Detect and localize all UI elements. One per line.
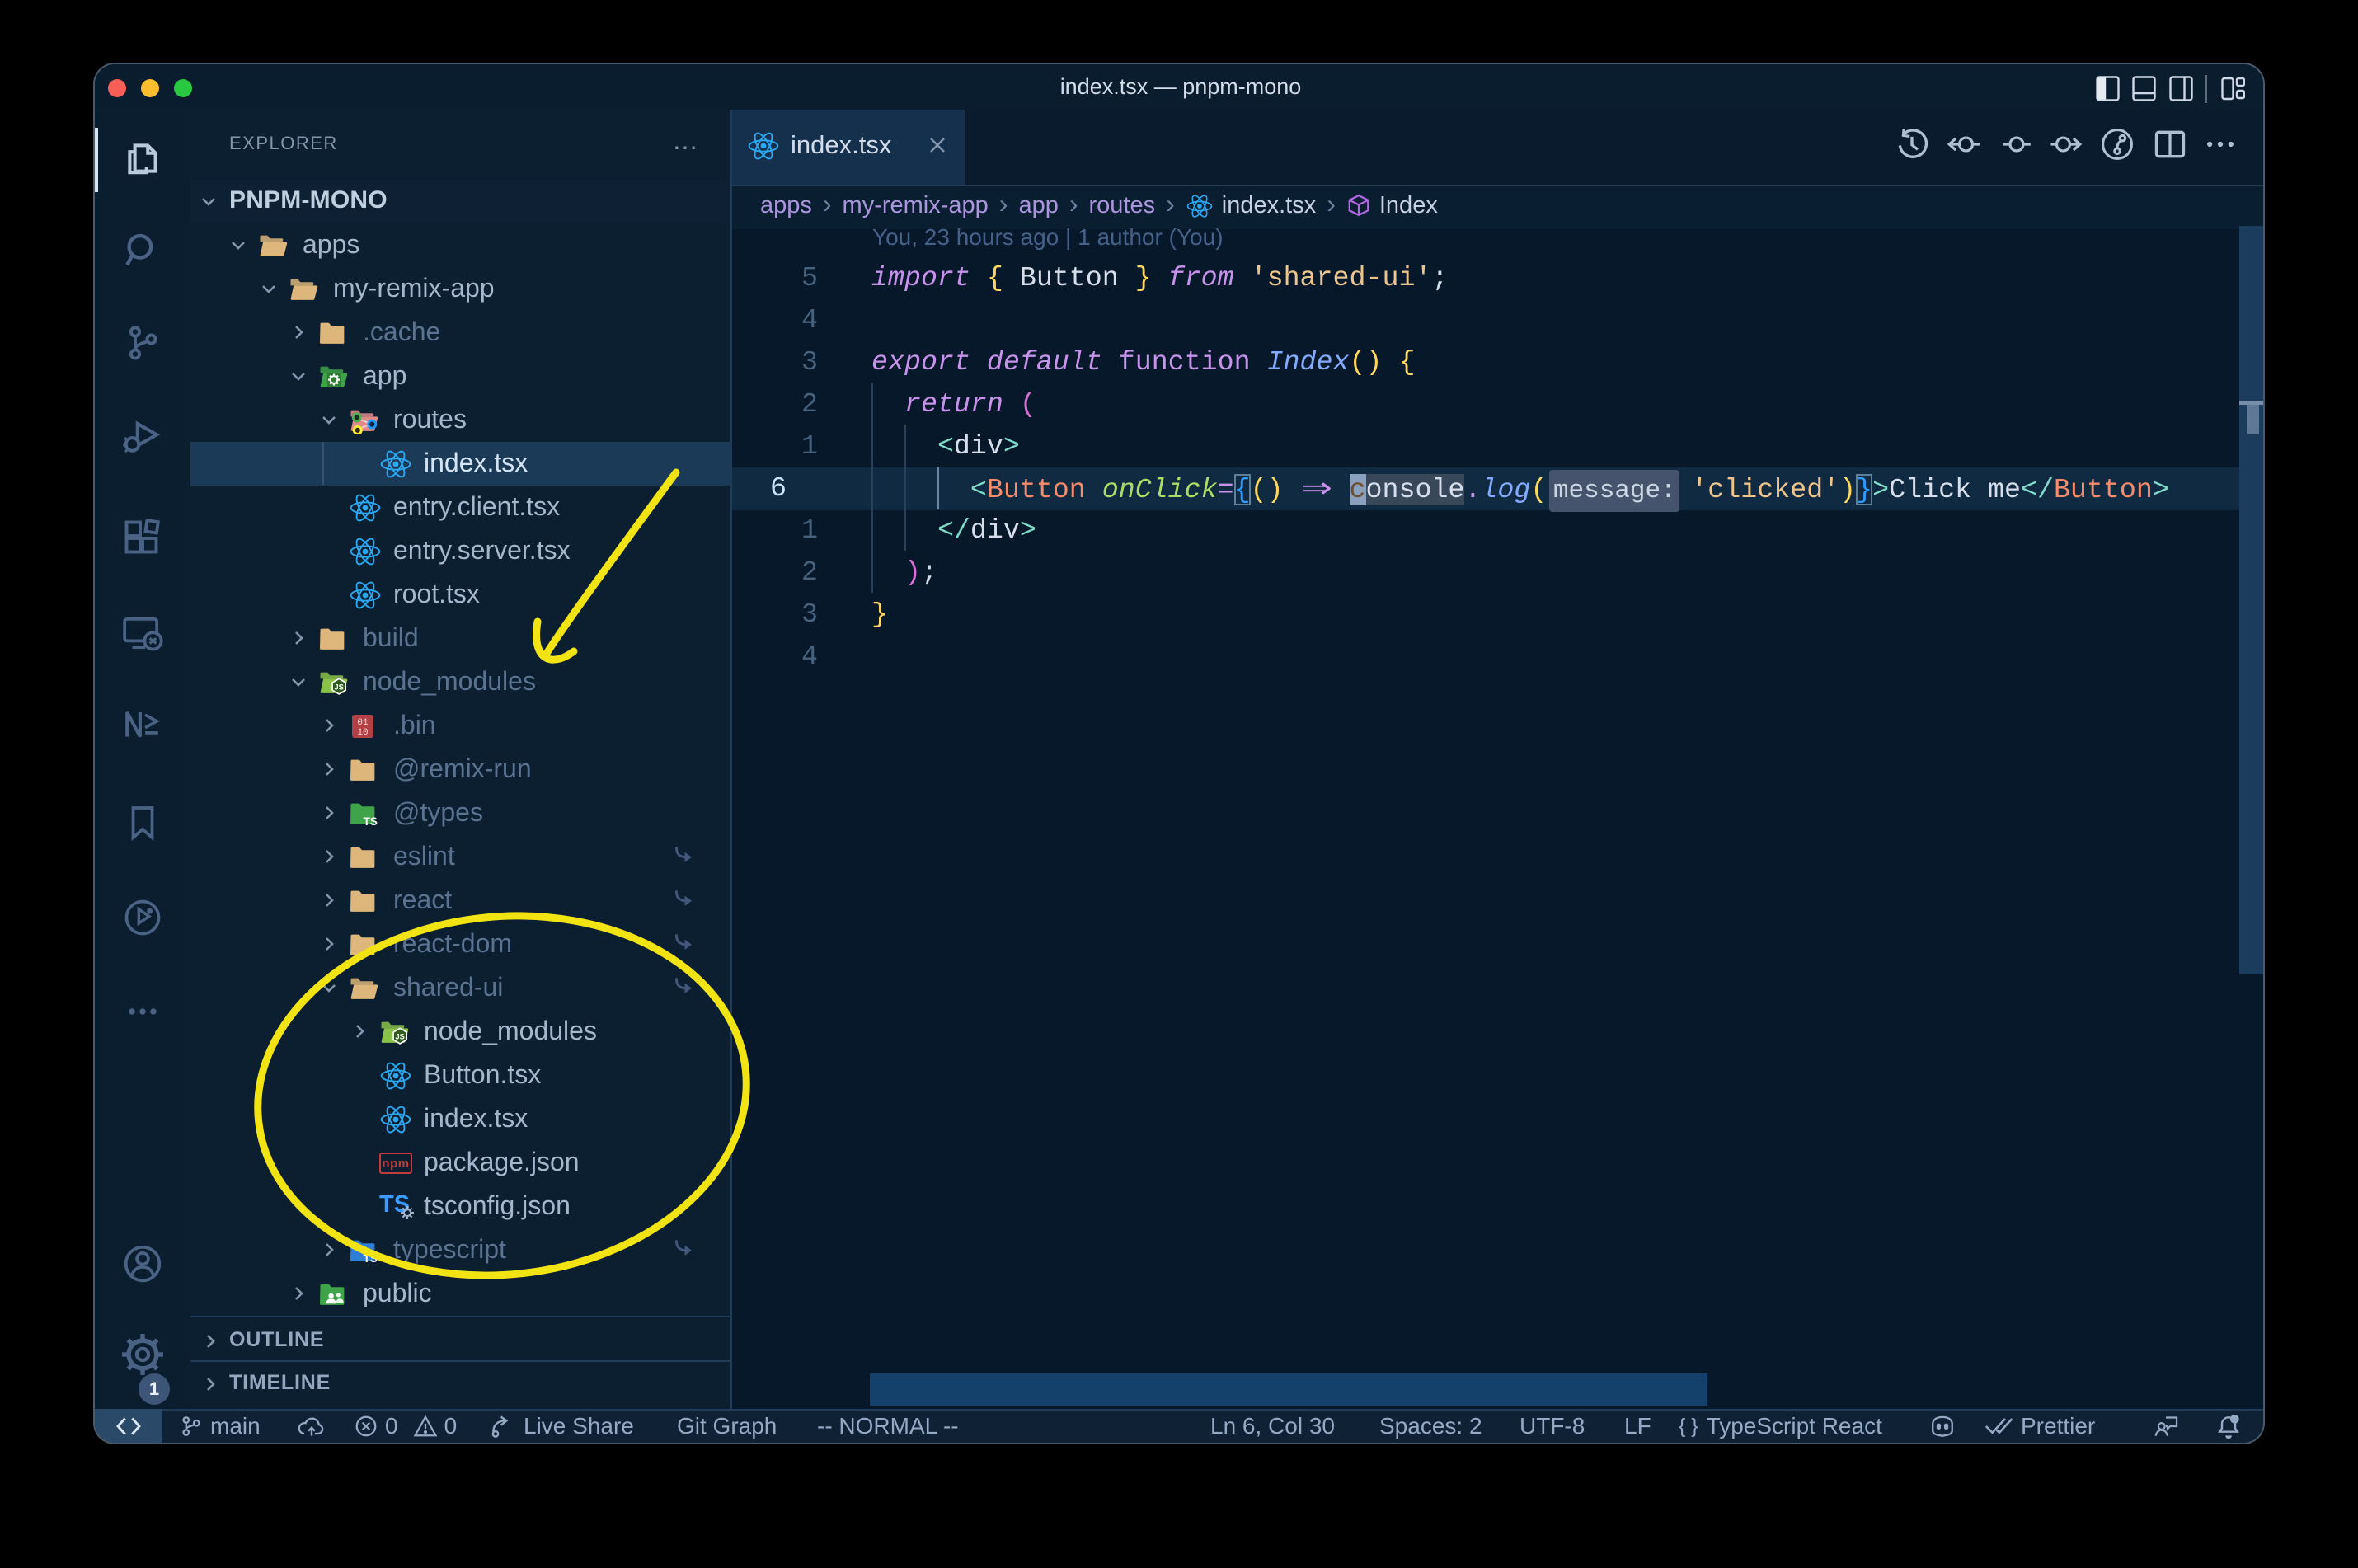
- svg-text:JS: JS: [396, 1032, 405, 1040]
- svg-text:01: 01: [357, 718, 369, 728]
- svg-text:JS: JS: [335, 683, 344, 691]
- svg-text:TS: TS: [364, 1252, 378, 1265]
- svg-text:TS: TS: [364, 815, 378, 828]
- svg-text:10: 10: [357, 728, 368, 738]
